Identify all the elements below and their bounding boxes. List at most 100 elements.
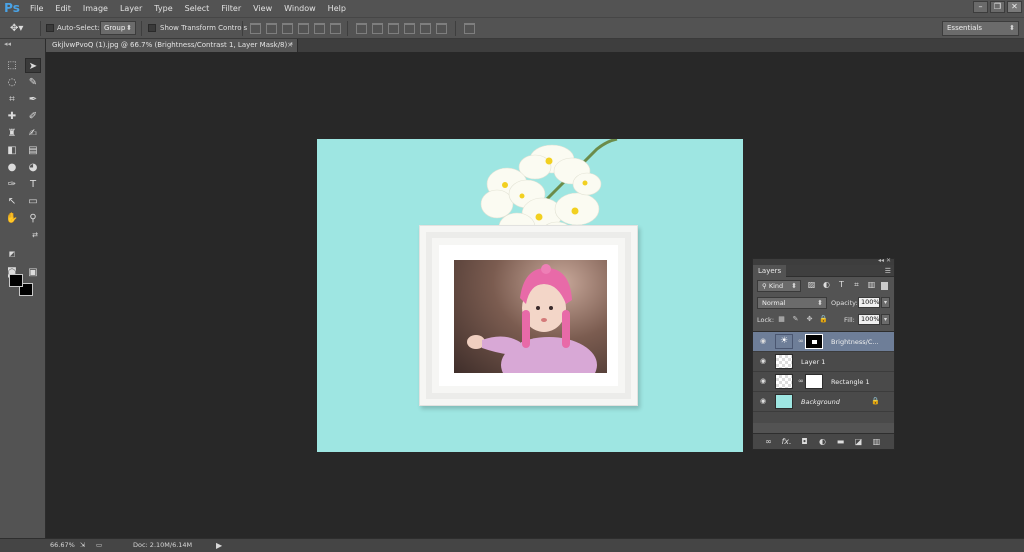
mask-icon[interactable]: ◘ xyxy=(799,437,810,447)
distribute-right-icon[interactable] xyxy=(436,23,447,34)
status-menu-icon[interactable]: ▶ xyxy=(216,539,222,552)
distribute-vcenter-icon[interactable] xyxy=(372,23,383,34)
clone-stamp-tool-icon[interactable]: ♜ xyxy=(4,126,20,141)
menu-file[interactable]: File xyxy=(24,0,49,17)
collapse-icon[interactable]: ◂◂ ✕ xyxy=(878,257,891,264)
filter-pixel-icon[interactable]: ▨ xyxy=(807,280,816,290)
lock-pixels-icon[interactable]: ✎ xyxy=(791,314,800,324)
quick-select-tool-icon[interactable]: ✎ xyxy=(25,75,41,90)
layer-name[interactable]: Brightness/C... xyxy=(831,332,879,352)
layer-row-background[interactable]: ◉ Background 🔒 xyxy=(753,392,894,412)
rectangle-tool-icon[interactable]: ▭ xyxy=(25,194,41,209)
align-bottom-icon[interactable] xyxy=(282,23,293,34)
marquee-tool-icon[interactable]: ⬚ xyxy=(4,58,20,73)
vector-mask-thumbnail[interactable] xyxy=(805,374,823,389)
opacity-input[interactable]: 100% xyxy=(858,297,880,308)
fill-input[interactable]: 100% xyxy=(858,314,880,325)
close-button[interactable]: ✕ xyxy=(1007,1,1022,13)
path-select-tool-icon[interactable]: ↖ xyxy=(4,194,20,209)
align-top-icon[interactable] xyxy=(250,23,261,34)
spot-heal-tool-icon[interactable]: ✚ xyxy=(4,109,20,124)
distribute-left-icon[interactable] xyxy=(404,23,415,34)
close-icon[interactable]: × xyxy=(287,39,293,52)
group-icon[interactable]: ▬ xyxy=(835,437,846,447)
distribute-bottom-icon[interactable] xyxy=(388,23,399,34)
zoom-level[interactable]: 66.67% xyxy=(50,539,75,552)
swap-colors-icon[interactable]: ⇄ xyxy=(27,228,43,243)
filter-adjustment-icon[interactable]: ◐ xyxy=(822,280,831,290)
lasso-tool-icon[interactable]: ◌ xyxy=(4,75,20,90)
foreground-color-swatch[interactable] xyxy=(9,274,23,287)
dodge-tool-icon[interactable]: ◕ xyxy=(25,160,41,175)
opacity-slider-button[interactable]: ▾ xyxy=(881,297,890,308)
filter-kind-dropdown[interactable]: ⚲ Kind ⬍ xyxy=(757,280,801,292)
brush-tool-icon[interactable]: ✐ xyxy=(25,109,41,124)
document-tab[interactable]: GkjlvwPvoQ (1).jpg @ 66.7% (Brightness/C… xyxy=(46,39,298,52)
eyedropper-tool-icon[interactable]: ✒ xyxy=(25,92,41,107)
menu-layer[interactable]: Layer xyxy=(114,0,148,17)
panel-menu-icon[interactable]: ☰ xyxy=(885,265,891,277)
menu-select[interactable]: Select xyxy=(179,0,216,17)
align-hcenter-icon[interactable] xyxy=(314,23,325,34)
hand-tool-icon[interactable]: ✋ xyxy=(4,211,20,226)
default-colors-icon[interactable]: ◩ xyxy=(4,247,20,262)
move-icon[interactable]: ✥▾ xyxy=(10,21,38,36)
type-tool-icon[interactable]: T xyxy=(25,177,41,192)
document-canvas[interactable] xyxy=(317,139,743,452)
eye-icon[interactable]: ◉ xyxy=(760,358,769,365)
restore-button[interactable]: ❐ xyxy=(990,1,1005,13)
layer-name[interactable]: Layer 1 xyxy=(801,352,825,372)
filter-toggle[interactable] xyxy=(881,282,888,290)
layer-row-brightness-contrast[interactable]: ◉ ☀ ∞ Brightness/C... xyxy=(753,332,894,352)
eye-icon[interactable]: ◉ xyxy=(760,378,769,385)
align-left-icon[interactable] xyxy=(298,23,309,34)
filter-shape-icon[interactable]: ⌗ xyxy=(852,280,861,290)
menu-filter[interactable]: Filter xyxy=(215,0,247,17)
lock-all-icon[interactable]: 🔒 xyxy=(819,314,828,324)
export-icon[interactable]: ⇲ xyxy=(80,539,85,552)
workspace-dropdown[interactable]: Essentials ⬍ xyxy=(942,21,1019,36)
minimize-button[interactable]: – xyxy=(973,1,988,13)
history-brush-tool-icon[interactable]: ✍ xyxy=(25,126,41,141)
menu-window[interactable]: Window xyxy=(278,0,322,17)
blend-mode-dropdown[interactable]: Normal ⬍ xyxy=(757,297,827,309)
auto-select-dropdown[interactable]: Group ⬍ xyxy=(100,21,136,35)
transform-controls-checkbox[interactable] xyxy=(148,24,156,32)
auto-select-checkbox[interactable] xyxy=(46,24,54,32)
lock-position-icon[interactable]: ✥ xyxy=(805,314,814,324)
link-icon[interactable]: ∞ xyxy=(763,437,774,447)
align-right-icon[interactable] xyxy=(330,23,341,34)
fill-slider-button[interactable]: ▾ xyxy=(881,314,890,325)
menu-help[interactable]: Help xyxy=(322,0,352,17)
filter-type-icon[interactable]: T xyxy=(837,280,846,290)
layer-row-layer-1[interactable]: ◉ Layer 1 xyxy=(753,352,894,372)
eye-icon[interactable]: ◉ xyxy=(760,398,769,405)
collapse-icon[interactable]: ◂◂ xyxy=(4,40,11,48)
tab-layers[interactable]: Layers xyxy=(753,265,787,277)
menu-view[interactable]: View xyxy=(247,0,278,17)
blur-tool-icon[interactable]: ● xyxy=(4,160,20,175)
fx-icon[interactable]: fx. xyxy=(781,437,792,447)
pen-tool-icon[interactable]: ✑ xyxy=(4,177,20,192)
lock-transparency-icon[interactable]: ▦ xyxy=(777,314,786,324)
eye-icon[interactable]: ◉ xyxy=(760,338,769,345)
move-tool-icon[interactable]: ➤ xyxy=(25,58,41,73)
layer-row-rectangle-1[interactable]: ◉ ∞ Rectangle 1 xyxy=(753,372,894,392)
align-vcenter-icon[interactable] xyxy=(266,23,277,34)
distribute-top-icon[interactable] xyxy=(356,23,367,34)
new-layer-icon[interactable]: ◪ xyxy=(853,437,864,447)
layer-name[interactable]: Rectangle 1 xyxy=(831,372,870,392)
adjustment-icon[interactable]: ◐ xyxy=(817,437,828,447)
trash-icon[interactable]: ▥ xyxy=(871,437,882,447)
distribute-hcenter-icon[interactable] xyxy=(420,23,431,34)
filter-smart-icon[interactable]: ▥ xyxy=(867,280,876,290)
menu-image[interactable]: Image xyxy=(77,0,114,17)
auto-align-icon[interactable] xyxy=(464,23,475,34)
layer-name[interactable]: Background xyxy=(801,392,840,412)
zoom-tool-icon[interactable]: ⚲ xyxy=(25,211,41,226)
menu-type[interactable]: Type xyxy=(148,0,178,17)
gradient-tool-icon[interactable]: ▤ xyxy=(25,143,41,158)
screen-mode-icon[interactable]: ▣ xyxy=(25,265,41,280)
info-icon[interactable]: ▭ xyxy=(96,539,102,552)
eraser-tool-icon[interactable]: ◧ xyxy=(4,143,20,158)
